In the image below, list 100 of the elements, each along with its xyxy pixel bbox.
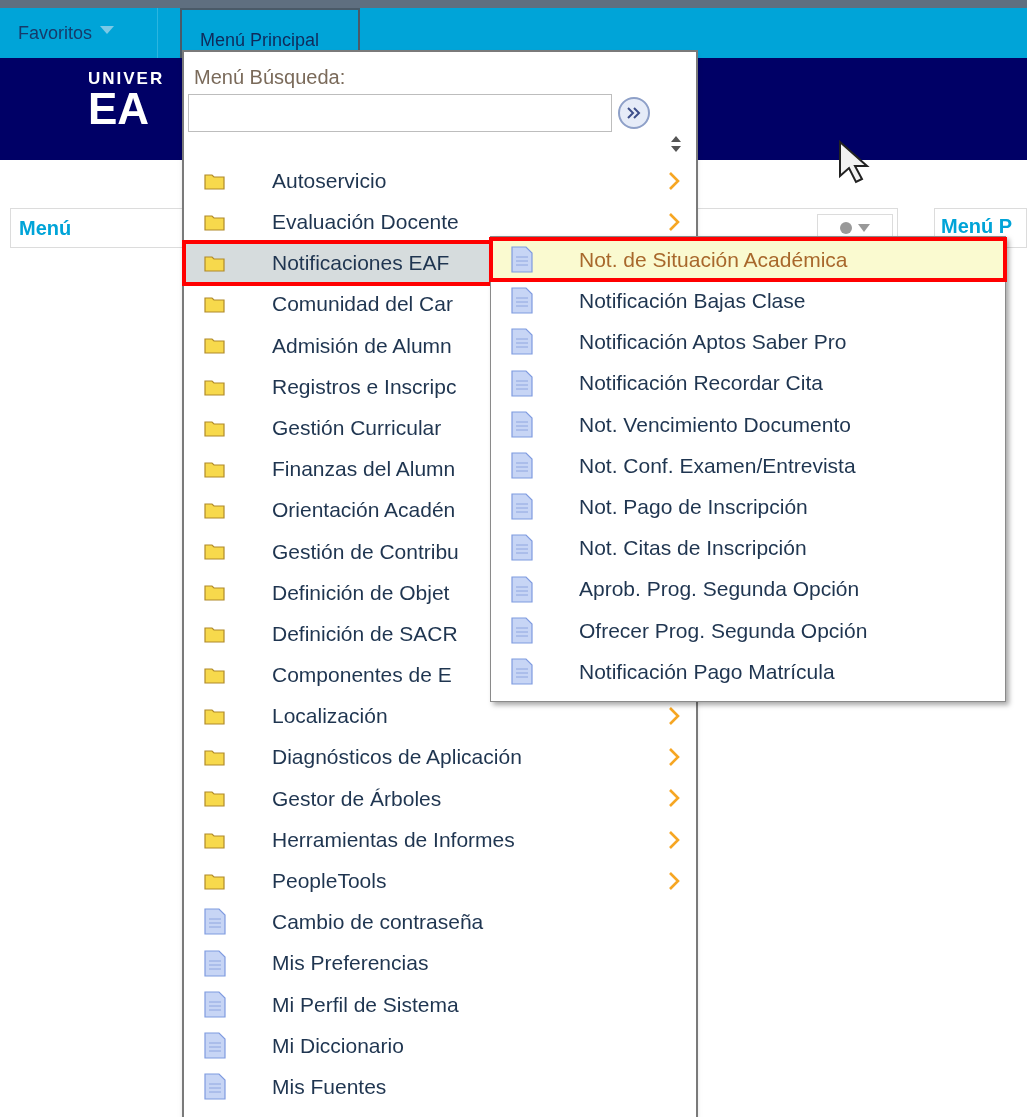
document-icon	[511, 369, 533, 397]
document-icon	[204, 990, 226, 1018]
document-icon	[511, 246, 533, 274]
menu-item-label: Diagnósticos de Aplicación	[272, 744, 522, 771]
menu-item-label: Cambio de contraseña	[272, 909, 484, 936]
folder-icon	[204, 336, 226, 355]
menu-item-label: Registros e Inscripc	[272, 373, 457, 400]
folder-icon	[204, 542, 226, 561]
submenu-item[interactable]: Notificación Aptos Saber Pro	[491, 321, 1005, 363]
submenu-item-label: Not. Citas de Inscripción	[579, 535, 807, 562]
folder-icon	[204, 418, 226, 437]
menu-item[interactable]: Localización	[184, 695, 696, 737]
submenu-item[interactable]: Ofrecer Prog. Segunda Opción	[491, 609, 1005, 651]
document-icon	[511, 452, 533, 480]
submenu-item-label: Aprob. Prog. Segunda Opción	[579, 576, 860, 603]
document-icon	[511, 328, 533, 356]
document-icon	[204, 1073, 226, 1101]
menu-item-label: Herramientas de Informes	[272, 826, 515, 853]
menu-item-label: Gestión Curricular	[272, 414, 442, 441]
menu-item-label: Mis Preferencias	[272, 950, 429, 977]
submenu-item-label: Notificación Bajas Clase	[579, 288, 806, 315]
folder-icon	[204, 624, 226, 643]
menu-item-label: Mis Fuentes	[272, 1073, 387, 1100]
chevron-right-icon[interactable]	[668, 747, 680, 768]
folder-icon	[204, 501, 226, 520]
document-icon	[511, 534, 533, 562]
double-chevron-icon	[626, 107, 642, 119]
submenu-item[interactable]: Not. Conf. Examen/Entrevista	[491, 444, 1005, 487]
menu-item[interactable]: Mis Preferencias	[184, 942, 696, 984]
menu-item-label: Autoservicio	[272, 167, 387, 194]
folder-icon	[204, 665, 226, 684]
menu-item[interactable]: Diagnósticos de Aplicación	[184, 736, 696, 778]
menu-item[interactable]: Mi Diccionario	[184, 1024, 696, 1067]
search-button[interactable]	[618, 97, 650, 129]
menu-item[interactable]: Gestor de Árboles	[184, 777, 696, 819]
submenu-item-label: Notificación Recordar Cita	[579, 370, 823, 397]
menu-item-label: Comunidad del Car	[272, 291, 453, 318]
document-icon	[204, 908, 226, 936]
menu-item-label: Finanzas del Alumn	[272, 456, 456, 483]
menu-item-label: Gestión de Contribu	[272, 538, 459, 565]
menu-item[interactable]: Autoservicio	[184, 160, 696, 202]
submenu-item[interactable]: Not. Vencimiento Documento	[491, 403, 1005, 445]
menu-item[interactable]: Herramientas de Informes	[184, 819, 696, 861]
submenu-item-label: Notificación Aptos Saber Pro	[579, 329, 847, 356]
menu-item[interactable]: PeopleTools	[184, 860, 696, 902]
submenu-item-label: Not. Vencimiento Documento	[579, 411, 851, 438]
document-icon	[204, 1032, 226, 1060]
menu-item-label: Evaluación Docente	[272, 209, 459, 236]
settings-icon	[838, 220, 872, 236]
submenu-item[interactable]: Notificación Pago Matrícula	[491, 650, 1005, 693]
search-field[interactable]	[188, 94, 612, 132]
folder-icon	[204, 748, 226, 767]
chevron-right-icon[interactable]	[668, 870, 680, 891]
folder-icon	[204, 583, 226, 602]
menu-item[interactable]: Mi Perfil de Sistema	[184, 983, 696, 1025]
folder-icon	[204, 253, 226, 272]
menu-item-label: Orientación Acadén	[272, 497, 456, 524]
submenu-item[interactable]: Not. de Situación Académica	[491, 239, 1005, 281]
menu-item[interactable]: Mis Fuentes	[184, 1066, 696, 1108]
submenu-item[interactable]: Not. Citas de Inscripción	[491, 527, 1005, 569]
sort-icon[interactable]	[670, 134, 682, 154]
chevron-right-icon[interactable]	[668, 788, 680, 809]
folder-icon	[204, 830, 226, 849]
document-icon	[511, 657, 533, 685]
document-icon	[511, 616, 533, 644]
chevron-right-icon[interactable]	[668, 170, 680, 191]
folder-icon	[204, 171, 226, 190]
submenu-item-label: Not. Conf. Examen/Entrevista	[579, 452, 856, 479]
menu-item-label: Definición de Objet	[272, 579, 450, 606]
document-icon	[511, 410, 533, 438]
folder-icon	[204, 707, 226, 726]
folder-icon	[204, 789, 226, 808]
menu-item-label: Mi Perfil de Sistema	[272, 991, 459, 1018]
chevron-right-icon[interactable]	[668, 211, 680, 232]
submenu-item-label: Ofrecer Prog. Segunda Opción	[579, 617, 868, 644]
menu-item-label: Notificaciones EAF	[272, 250, 450, 277]
logo-text: EA	[88, 87, 150, 131]
document-icon	[511, 287, 533, 315]
submenu-item[interactable]: Aprob. Prog. Segunda Opción	[491, 568, 1005, 610]
menu-item-label: Admisión de Alumn	[272, 332, 452, 359]
document-icon	[511, 575, 533, 603]
submenu-item[interactable]: Notificación Recordar Cita	[491, 362, 1005, 404]
menu-item[interactable]: Cambio de contraseña	[184, 901, 696, 943]
menu-item-label: Mi Diccionario	[272, 1032, 404, 1059]
logo-text: UNIVER	[88, 70, 165, 87]
chevron-right-icon[interactable]	[668, 706, 680, 727]
folder-icon	[204, 871, 226, 890]
menu-item-label: Definición de SACR	[272, 620, 458, 647]
submenu-item-label: Not. Pago de Inscripción	[579, 493, 808, 520]
folder-icon	[204, 212, 226, 231]
submenu-item-label: Notificación Pago Matrícula	[579, 658, 835, 685]
menu-item-label: Componentes de E	[272, 662, 452, 689]
document-icon	[204, 949, 226, 977]
folder-icon	[204, 295, 226, 314]
menu-item-label: PeopleTools	[272, 868, 387, 895]
chevron-right-icon[interactable]	[668, 829, 680, 850]
menu-item-label: Localización	[272, 703, 388, 730]
document-icon	[511, 493, 533, 521]
menu-item-label: Gestor de Árboles	[272, 785, 442, 812]
submenu-item[interactable]: Not. Pago de Inscripción	[491, 486, 1005, 528]
